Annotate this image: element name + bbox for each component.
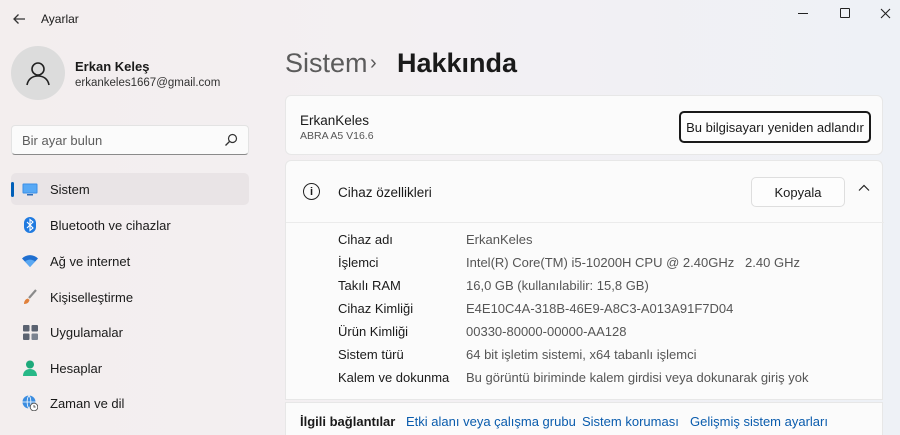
spec-value: E4E10C4A-318B-46E9-A8C3-A013A91F7D04 — [466, 301, 734, 316]
device-card: ErkanKeles ABRA A5 V16.6 Bu bilgisayarı … — [285, 95, 883, 155]
rename-pc-button[interactable]: Bu bilgisayarı yeniden adlandır — [679, 111, 871, 143]
profile-name: Erkan Keleş — [75, 59, 150, 74]
app-title: Ayarlar — [41, 12, 79, 26]
spec-row: Ürün Kimliği 00330-80000-00000-AA128 — [338, 324, 878, 344]
spec-label: İşlemci — [338, 255, 379, 270]
spec-row: Cihaz Kimliği E4E10C4A-318B-46E9-A8C3-A0… — [338, 301, 878, 321]
sidebar-item-label: Uygulamalar — [50, 324, 123, 340]
sidebar-item-apps[interactable]: Uygulamalar — [11, 316, 249, 348]
device-specs-title: Cihaz özellikleri — [338, 185, 432, 200]
spec-row: Sistem türü 64 bit işletim sistemi, x64 … — [338, 347, 878, 367]
minimize-button[interactable] — [780, 0, 826, 26]
spec-label: Kalem ve dokunma — [338, 370, 450, 385]
back-button[interactable] — [8, 8, 30, 30]
sidebar-item-network[interactable]: Ağ ve internet — [11, 245, 249, 277]
spec-value: 16,0 GB (kullanılabilir: 15,8 GB) — [466, 278, 649, 293]
apps-icon — [22, 324, 38, 340]
wifi-icon — [22, 253, 38, 269]
info-icon: i — [303, 183, 320, 200]
person-icon — [26, 62, 50, 86]
spec-label: Ürün Kimliği — [338, 324, 409, 339]
avatar[interactable] — [11, 46, 65, 100]
spec-value: 00330-80000-00000-AA128 — [466, 324, 627, 339]
close-button[interactable] — [862, 0, 900, 26]
monitor-icon — [22, 181, 38, 197]
brush-icon — [22, 289, 38, 305]
related-links-title: İlgili bağlantılar — [300, 414, 396, 429]
sidebar-item-accounts[interactable]: Hesaplar — [11, 352, 249, 384]
sidebar-item-personalization[interactable]: Kişiselleştirme — [11, 281, 249, 313]
link-domain-workgroup[interactable]: Etki alanı veya çalışma grubu — [406, 414, 576, 429]
spec-value: Intel(R) Core(TM) i5-10200H CPU @ 2.40GH… — [466, 255, 800, 270]
copy-button[interactable]: Kopyala — [751, 177, 845, 207]
profile-email: erkankeles1667@gmail.com — [75, 77, 221, 89]
maximize-icon — [840, 8, 850, 18]
spec-value: Bu görüntü biriminde kalem girdisi veya … — [466, 370, 809, 385]
spec-label: Cihaz adı — [338, 232, 393, 247]
sidebar-item-label: Zaman ve dil — [50, 395, 125, 411]
device-name: ErkanKeles — [300, 113, 370, 128]
sidebar-item-sistem[interactable]: Sistem — [11, 173, 249, 205]
spec-row: Takılı RAM 16,0 GB (kullanılabilir: 15,8… — [338, 278, 878, 298]
search-icon[interactable] — [224, 133, 238, 147]
spec-row: Cihaz adı ErkanKeles — [338, 232, 878, 252]
sidebar-item-label: Sistem — [50, 181, 90, 197]
search-input[interactable] — [22, 132, 222, 148]
page-title: Hakkında — [397, 48, 518, 78]
arrow-left-icon — [13, 14, 25, 24]
spec-row: İşlemci Intel(R) Core(TM) i5-10200H CPU … — [338, 255, 878, 275]
sidebar-item-bluetooth[interactable]: Bluetooth ve cihazlar — [11, 209, 249, 241]
sidebar-item-label: Bluetooth ve cihazlar — [50, 217, 171, 233]
breadcrumb-parent[interactable]: Sistem — [285, 48, 368, 79]
spec-label: Cihaz Kimliği — [338, 301, 414, 316]
person-icon — [22, 360, 38, 376]
sidebar-item-label: Kişiselleştirme — [50, 289, 134, 305]
minimize-icon — [798, 12, 808, 14]
related-links-card: İlgili bağlantılar Etki alanı veya çalış… — [285, 402, 883, 435]
device-specs-card: i Cihaz özellikleri Kopyala Cihaz adı Er… — [285, 160, 884, 400]
spec-value: 64 bit işletim sistemi, x64 tabanlı işle… — [466, 347, 697, 362]
spec-value: ErkanKeles — [466, 232, 533, 247]
sidebar-item-label: Ağ ve internet — [50, 253, 131, 269]
search-box[interactable] — [11, 125, 249, 155]
link-system-protection[interactable]: Sistem koruması — [582, 414, 679, 429]
link-advanced-system-settings[interactable]: Gelişmiş sistem ayarları — [690, 414, 828, 429]
title-bar: Ayarlar — [0, 0, 900, 38]
selection-indicator — [11, 182, 14, 197]
sidebar-item-time-language[interactable]: Zaman ve dil — [11, 387, 249, 419]
device-model: ABRA A5 V16.6 — [300, 130, 374, 142]
globe-clock-icon — [22, 395, 38, 411]
device-specs-header[interactable]: i Cihaz özellikleri Kopyala — [286, 161, 884, 223]
spec-label: Takılı RAM — [338, 278, 401, 293]
sidebar-item-label: Hesaplar — [50, 360, 103, 376]
close-icon — [880, 8, 890, 18]
spec-label: Sistem türü — [338, 347, 404, 362]
bluetooth-icon — [22, 217, 38, 233]
spec-row: Kalem ve dokunma Bu görüntü biriminde ka… — [338, 370, 878, 390]
breadcrumb-separator: › — [370, 52, 377, 74]
chevron-up-icon[interactable] — [857, 181, 871, 195]
